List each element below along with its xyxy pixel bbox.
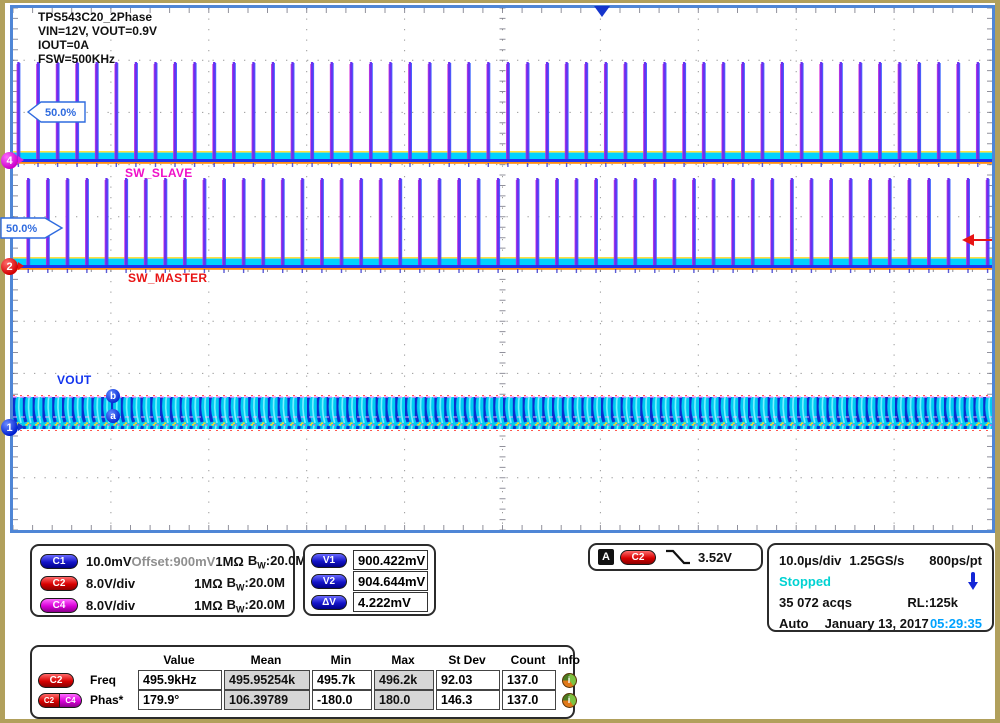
phase-min: -180.0	[312, 690, 372, 710]
cursor-delta-badge[interactable]: ΔV	[311, 595, 347, 610]
channel2-arrow-icon	[18, 262, 24, 270]
channel2-badge[interactable]: C2	[40, 576, 78, 591]
trace-label-sw-master: SW_MASTER	[128, 271, 207, 285]
channel2-settings-row[interactable]: C2 8.0V/div 1MΩ BW:20.0M	[40, 573, 285, 594]
vertical-settings-box[interactable]: C1 10.0mV Offset:900mV 1MΩ BW:20.0M C2 8…	[30, 544, 295, 617]
timebase-scale: 10.0µs/div	[779, 553, 841, 568]
trace-label-sw-slave: SW_SLAVE	[125, 166, 193, 180]
cursor-v2-value: 904.644mV	[353, 571, 428, 591]
callout-slave[interactable]: 50.0%	[26, 100, 88, 125]
channel4-impedance: 1MΩ	[194, 598, 222, 613]
cursor-b-marker[interactable]: b	[106, 389, 120, 403]
sample-resolution: 800ps/pt	[929, 553, 982, 568]
header-info: Info	[556, 653, 582, 667]
channel4-bandwidth: BW:20.0M	[227, 597, 285, 615]
trigger-position-icon[interactable]	[594, 6, 610, 17]
trigger-mode-label: Auto	[779, 616, 809, 631]
channel1-settings-row[interactable]: C1 10.0mV Offset:900mV 1MΩ BW:20.0M	[40, 551, 285, 572]
channel4-position-marker[interactable]: 4	[1, 152, 18, 169]
freq-min: 495.7k	[312, 670, 372, 690]
measurement-row-freq[interactable]: C2 Freq 495.9kHz 495.95254k 495.7k 496.2…	[38, 670, 567, 690]
date-label: January 13, 2017	[825, 616, 929, 631]
phase-info-icon[interactable]: i	[562, 693, 577, 708]
callout-slave-label: 50.0%	[45, 107, 76, 119]
measurement-table[interactable]: Value Mean Min Max St Dev Count Info C2 …	[30, 645, 575, 719]
record-length: RL:125k	[907, 595, 958, 610]
phase-value: 179.9°	[138, 690, 222, 710]
cursor-readout-box[interactable]: V1 900.422mV V2 904.644mV ΔV 4.222mV	[303, 544, 436, 616]
sample-rate: 1.25GS/s	[849, 553, 904, 568]
channel2-bandwidth: BW:20.0M	[227, 575, 285, 593]
header-mean: Mean	[222, 653, 310, 667]
channel1-badge[interactable]: C1	[40, 554, 78, 569]
freq-stdev: 92.03	[436, 670, 500, 690]
freq-name: Freq	[86, 673, 136, 687]
falling-edge-icon	[664, 548, 692, 566]
freq-info-icon[interactable]: i	[562, 673, 577, 688]
cursor-v2-badge[interactable]: V2	[311, 574, 347, 589]
phase-name: Phas*	[86, 693, 136, 707]
channel4-badge[interactable]: C4	[40, 598, 78, 613]
freq-max: 496.2k	[374, 670, 434, 690]
horizontal-settings-box[interactable]: 10.0µs/div 1.25GS/s 800ps/pt Stopped 35 …	[767, 543, 994, 632]
measurement-row-phase[interactable]: C2 C4 Phas* 179.9° 106.39789 -180.0 180.…	[38, 690, 567, 710]
channel1-bandwidth: BW:20.0M	[248, 553, 306, 571]
cursor-v2-row[interactable]: V2 904.644mV	[311, 571, 428, 592]
phase-mean: 106.39789	[224, 690, 310, 710]
datetime-row: Auto January 13, 2017 05:29:35	[779, 613, 982, 633]
channel1-scale: 10.0mV	[86, 554, 132, 569]
acquisition-status-row: Stopped	[779, 571, 982, 591]
cursor-delta-row[interactable]: ΔV 4.222mV	[311, 592, 428, 613]
trigger-readout-box[interactable]: A C2 3.52V	[588, 543, 763, 571]
timebase-row: 10.0µs/div 1.25GS/s 800ps/pt	[779, 550, 982, 570]
trigger-source-badge[interactable]: C2	[620, 550, 656, 565]
measurement-header-row: Value Mean Min Max St Dev Count Info	[38, 650, 567, 670]
freq-source-badge[interactable]: C2	[38, 673, 74, 688]
channel4-scale: 8.0V/div	[86, 598, 135, 613]
header-min: Min	[310, 653, 372, 667]
cursor-v1-row[interactable]: V1 900.422mV	[311, 550, 428, 571]
time-label: 05:29:35	[930, 616, 982, 631]
channel1-impedance: 1MΩ	[215, 554, 243, 569]
annotation-text: TPS543C20_2Phase VIN=12V, VOUT=0.9V IOUT…	[38, 10, 157, 66]
channel1-offset: Offset:900mV	[132, 554, 216, 569]
phase-source-badge-c4[interactable]: C4	[60, 693, 82, 708]
phase-stdev: 146.3	[436, 690, 500, 710]
header-value: Value	[136, 653, 222, 667]
phase-count: 137.0	[502, 690, 556, 710]
channel2-position-marker[interactable]: 2	[1, 258, 18, 275]
trigger-mode-badge[interactable]: A	[598, 549, 614, 565]
phase-max: 180.0	[374, 690, 434, 710]
freq-count: 137.0	[502, 670, 556, 690]
callout-master[interactable]: 50.0%	[0, 216, 65, 241]
acquisition-status: Stopped	[779, 574, 831, 589]
channel1-arrow-icon	[18, 423, 24, 431]
cursor-v1-value: 900.422mV	[353, 550, 428, 570]
channel4-settings-row[interactable]: C4 8.0V/div 1MΩ BW:20.0M	[40, 595, 285, 616]
header-count: Count	[500, 653, 556, 667]
waveform-graticule[interactable]	[10, 5, 995, 533]
header-max: Max	[372, 653, 434, 667]
acquisition-count-row: 35 072 acqs RL:125k	[779, 592, 982, 612]
header-stdev: St Dev	[434, 653, 500, 667]
channel1-position-marker[interactable]: 1	[1, 419, 18, 436]
phase-source-badge-c2[interactable]: C2	[38, 693, 60, 708]
oscilloscope-screen: TPS543C20_2Phase VIN=12V, VOUT=0.9V IOUT…	[0, 0, 1000, 723]
acquisition-count: 35 072 acqs	[779, 595, 852, 610]
cursor-a-marker[interactable]: a	[106, 409, 120, 423]
cursor-v1-badge[interactable]: V1	[311, 553, 347, 568]
trigger-level-value: 3.52V	[698, 550, 732, 565]
freq-mean: 495.95254k	[224, 670, 310, 690]
channel4-arrow-icon	[18, 156, 24, 164]
channel2-impedance: 1MΩ	[194, 576, 222, 591]
callout-master-label: 50.0%	[6, 223, 37, 235]
waveform-display	[13, 8, 992, 530]
freq-value: 495.9kHz	[138, 670, 222, 690]
trace-label-vout: VOUT	[57, 373, 92, 387]
cursor-delta-value: 4.222mV	[353, 592, 428, 612]
channel2-scale: 8.0V/div	[86, 576, 135, 591]
thermometer-icon	[968, 572, 978, 590]
trigger-level-icon[interactable]	[962, 233, 992, 247]
